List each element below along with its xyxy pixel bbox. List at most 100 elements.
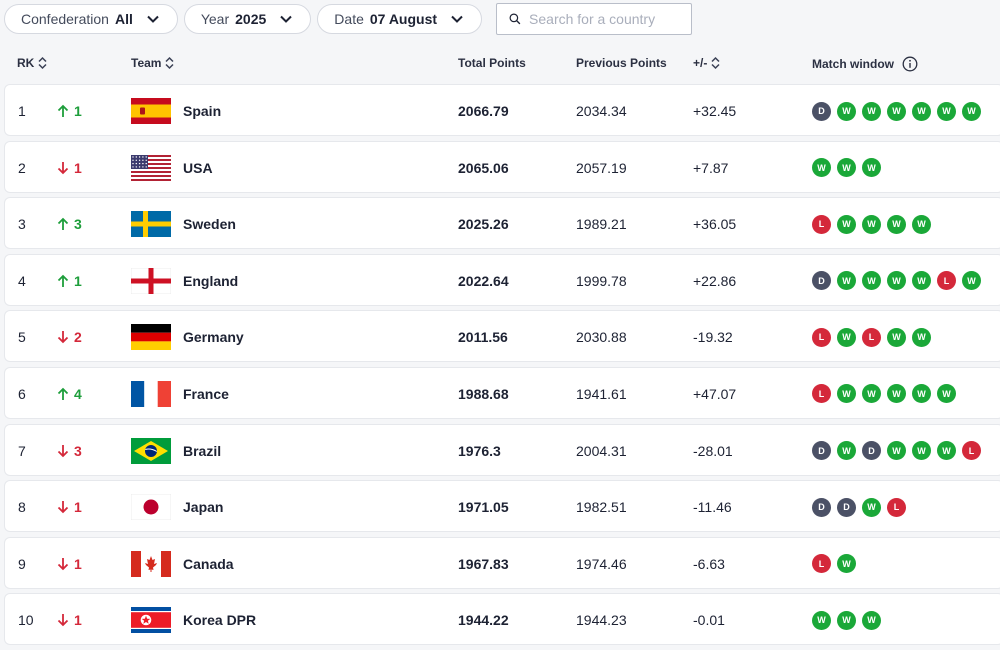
rank-change: 1 <box>57 255 82 307</box>
table-row[interactable]: 3 3 Sweden 2025.26 1989.21 +36.05 L W W W W <box>4 197 1000 250</box>
match-result-badge[interactable]: W <box>912 441 931 461</box>
total-points: 1988.68 <box>458 385 509 402</box>
match-result-badge[interactable]: W <box>862 101 881 121</box>
japan-flag-icon <box>131 494 171 521</box>
team-name[interactable]: Sweden <box>183 198 236 250</box>
table-row[interactable]: 7 3 Brazil 1976.3 2004.31 -28.01 D W D W W W L <box>4 423 1000 477</box>
date-dropdown[interactable]: Date 07 August <box>317 4 483 34</box>
match-result-badge[interactable]: W <box>837 158 856 178</box>
match-result-badge[interactable]: D <box>837 497 856 517</box>
points-diff: +7.87 <box>693 159 729 176</box>
match-result-badge[interactable]: W <box>937 441 956 461</box>
match-result-badge[interactable]: W <box>862 158 881 178</box>
match-result-badge[interactable]: W <box>887 101 906 121</box>
team-name[interactable]: Japan <box>183 481 223 533</box>
match-result-badge[interactable]: D <box>812 497 831 517</box>
table-row[interactable]: 1 1 Spain 2066.79 2034.34 +32.45 D W W W W W W <box>4 84 1000 136</box>
info-icon[interactable] <box>902 56 918 72</box>
diff-column-header[interactable]: +/- <box>693 56 720 70</box>
match-result-badge[interactable]: W <box>862 610 881 630</box>
match-result-badge[interactable]: L <box>812 214 831 234</box>
rank-column-header[interactable]: RK <box>17 56 47 70</box>
date-value: 07 August <box>369 11 438 27</box>
match-result-badge[interactable]: W <box>837 610 856 630</box>
match-result-badge[interactable]: W <box>812 610 831 630</box>
match-result-badge[interactable]: L <box>812 384 831 404</box>
match-result-badge[interactable]: W <box>937 101 956 121</box>
match-result-badge[interactable]: W <box>962 271 981 291</box>
match-result-badge[interactable]: W <box>837 384 856 404</box>
match-result-badge[interactable]: W <box>912 214 931 234</box>
team-name[interactable]: Germany <box>183 311 244 363</box>
usa-flag-icon <box>131 154 171 181</box>
match-result-badge[interactable]: W <box>837 101 856 121</box>
rank-change-value: 1 <box>74 103 82 119</box>
match-result-badge[interactable]: W <box>837 441 856 461</box>
table-row[interactable]: 10 1 Korea DPR 1944.22 1944.23 -0.01 W W W <box>4 593 1000 646</box>
match-result-badge[interactable]: W <box>887 214 906 234</box>
canada-flag-icon <box>131 550 171 577</box>
match-window: DWWWWLW <box>812 255 981 307</box>
match-result-badge[interactable]: W <box>887 271 906 291</box>
arrow-up-icon <box>57 104 69 118</box>
match-result-badge[interactable]: W <box>862 497 881 517</box>
match-result-badge[interactable]: L <box>937 271 956 291</box>
match-result-badge[interactable]: W <box>837 214 856 234</box>
match-result-badge[interactable]: L <box>812 554 831 574</box>
match-window-header: Match window <box>812 56 918 72</box>
match-result-badge[interactable]: W <box>962 101 981 121</box>
confederation-value: All <box>114 11 133 27</box>
team-name[interactable]: USA <box>183 142 213 194</box>
team-name[interactable]: Canada <box>183 538 234 590</box>
table-row[interactable]: 4 1 England 2022.64 1999.78 +22.86 D W W W W L W <box>4 253 1000 307</box>
year-dropdown[interactable]: Year 2025 <box>183 4 312 34</box>
rank-change-value: 1 <box>74 612 82 629</box>
search-input[interactable] <box>529 11 680 27</box>
rank-change: 2 <box>57 311 82 363</box>
search-box[interactable] <box>496 3 693 35</box>
match-result-badge[interactable]: L <box>862 327 881 347</box>
rank-change: 3 <box>57 198 82 250</box>
match-result-badge[interactable]: W <box>837 271 856 291</box>
match-result-badge[interactable]: W <box>887 441 906 461</box>
table-row[interactable]: 6 4 France 1988.68 1941.61 +47.07 L W W W W W <box>4 366 1000 420</box>
arrow-down-icon <box>57 613 69 627</box>
match-result-badge[interactable]: W <box>812 158 831 178</box>
table-row[interactable]: 2 1 USA 2065.06 2057.19 +7.87 W W W <box>4 140 1000 194</box>
total-points: 2065.06 <box>458 159 509 176</box>
match-result-badge[interactable]: D <box>812 441 831 461</box>
match-result-badge[interactable]: W <box>912 271 931 291</box>
total-points: 2011.56 <box>458 329 508 346</box>
match-result-badge[interactable]: W <box>862 214 881 234</box>
match-result-badge[interactable]: L <box>812 327 831 347</box>
match-result-badge[interactable]: W <box>837 327 856 347</box>
total-points: 2022.64 <box>458 272 509 289</box>
team-name[interactable]: Spain <box>183 85 221 137</box>
table-row[interactable]: 9 1 Canada 1967.83 1974.46 -6.63 L W <box>4 536 1000 590</box>
match-result-badge[interactable]: W <box>912 384 931 404</box>
match-result-badge[interactable]: W <box>887 384 906 404</box>
match-result-badge[interactable]: W <box>837 554 856 574</box>
match-result-badge[interactable]: D <box>812 101 831 121</box>
match-result-badge[interactable]: L <box>887 497 906 517</box>
match-result-badge[interactable]: W <box>862 384 881 404</box>
rank-value: 2 <box>18 159 26 176</box>
match-result-badge[interactable]: W <box>937 384 956 404</box>
team-name[interactable]: Korea DPR <box>183 594 256 646</box>
match-result-badge[interactable]: W <box>912 327 931 347</box>
table-row[interactable]: 5 2 Germany 2011.56 2030.88 -19.32 L W L W W <box>4 310 1000 363</box>
arrow-up-icon <box>57 217 69 231</box>
team-name[interactable]: England <box>183 255 238 307</box>
match-result-badge[interactable]: W <box>862 271 881 291</box>
team-name[interactable]: France <box>183 368 229 420</box>
team-name[interactable]: Brazil <box>183 425 221 477</box>
match-result-badge[interactable]: L <box>962 441 981 461</box>
previous-points: 1982.51 <box>576 499 627 516</box>
table-row[interactable]: 8 1 Japan 1971.05 1982.51 -11.46 D D W L <box>4 480 1000 533</box>
match-result-badge[interactable]: D <box>812 271 831 291</box>
team-column-header[interactable]: Team <box>131 56 174 70</box>
match-result-badge[interactable]: W <box>887 327 906 347</box>
match-result-badge[interactable]: W <box>912 101 931 121</box>
confederation-dropdown[interactable]: Confederation All <box>4 4 178 34</box>
match-result-badge[interactable]: D <box>862 441 881 461</box>
